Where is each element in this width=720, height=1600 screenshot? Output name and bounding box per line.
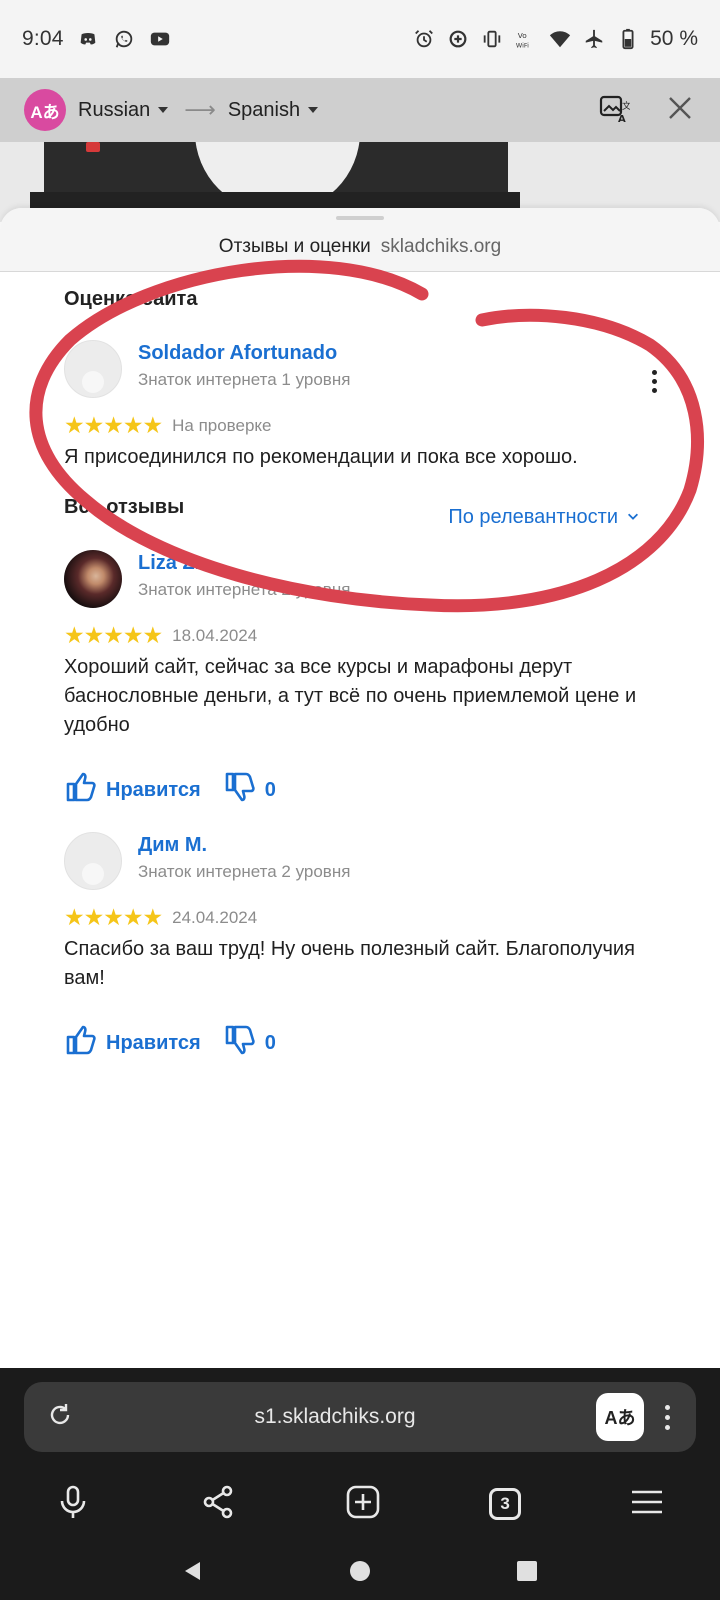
browser-bottom-bar: s1.skladchiks.org Aあ 3 [0, 1368, 720, 1600]
caret-down-icon [308, 107, 319, 113]
translate-bar: Aあ Russian ⟶ Spanish A文 [0, 78, 720, 142]
tabs-button[interactable]: 3 [489, 1488, 522, 1520]
target-language-label: Spanish [227, 98, 301, 121]
microphone-icon[interactable] [54, 1483, 92, 1526]
translate-logo-icon: Aあ [24, 89, 66, 131]
svg-text:WiFi: WiFi [516, 41, 529, 49]
close-icon[interactable] [664, 92, 696, 129]
recents-nav-icon[interactable] [515, 1559, 539, 1588]
review-text: Хороший сайт, сейчас за все курсы и мара… [64, 656, 637, 736]
thumbs-up-icon [64, 1023, 98, 1063]
source-language-label: Russian [78, 98, 151, 121]
vowifi-icon: Vo WiFi [514, 27, 538, 51]
star-rating: ★★★★★ [64, 622, 163, 648]
arrow-right-icon: ⟶ [184, 97, 216, 122]
battery-icon [616, 27, 640, 51]
discord-icon [76, 27, 100, 51]
reviewer-level: Знаток интернета 2 уровня [138, 862, 351, 881]
more-options-icon[interactable] [644, 370, 664, 393]
thumbs-up-icon [64, 770, 98, 810]
sort-dropdown[interactable]: По релевантности [448, 506, 640, 529]
more-menu-icon[interactable] [660, 1404, 674, 1430]
chevron-down-icon [626, 506, 640, 529]
wifi-icon [548, 27, 572, 51]
review-text: Я присоединился по рекомендации и пока в… [64, 446, 578, 468]
svg-text:Vo: Vo [518, 31, 527, 40]
dislike-count: 0 [264, 778, 276, 801]
dislike-count: 0 [264, 1031, 276, 1054]
reviewer-name[interactable]: Soldador Afortunado [138, 340, 350, 366]
reviewer-name[interactable]: Дим М. [138, 832, 350, 858]
sort-label: По релевантности [448, 506, 618, 528]
caret-down-icon [158, 107, 169, 113]
review-date: 18.04.2024 [172, 625, 258, 645]
like-button[interactable]: Нравится [64, 770, 201, 810]
image-translate-icon[interactable]: A文 [598, 92, 631, 129]
review-text: Спасибо за ваш труд! Ну очень полезный с… [64, 938, 635, 989]
star-rating: ★★★★★ [64, 412, 163, 438]
site-rating-title: Оценка сайта [64, 288, 198, 310]
target-language-select[interactable]: Spanish [227, 98, 319, 122]
url-text[interactable]: s1.skladchiks.org [74, 1405, 596, 1429]
review-item: Дим М. Знаток интернета 2 уровня ★★★★★ 2… [64, 832, 664, 1063]
review-item: Liza Z. Знаток интернета 2 уровня ★★★★★ … [64, 550, 664, 810]
sheet-title: Отзывы и оценки [218, 235, 371, 257]
translate-page-icon[interactable]: Aあ [596, 1393, 644, 1441]
own-review: Soldador Afortunado Знаток интернета 1 у… [64, 340, 664, 472]
status-bar: 9:04 Vo WiFi 50 % [0, 0, 720, 78]
alarm-icon [412, 27, 436, 51]
clock: 9:04 [22, 27, 64, 50]
star-rating: ★★★★★ [64, 904, 163, 930]
avatar [64, 832, 122, 890]
hamburger-menu-icon[interactable] [628, 1483, 666, 1526]
reviewer-level: Знаток интернета 1 уровня [138, 370, 351, 389]
thumbs-down-icon [223, 770, 257, 810]
svg-text:文: 文 [622, 100, 630, 112]
share-icon[interactable] [199, 1483, 237, 1526]
dislike-button[interactable]: 0 [223, 770, 276, 810]
avatar [64, 340, 122, 398]
address-bar[interactable]: s1.skladchiks.org Aあ [24, 1382, 696, 1452]
svg-text:A: A [618, 114, 626, 124]
like-button[interactable]: Нравится [64, 1023, 201, 1063]
battery-level: 50 % [650, 27, 698, 50]
airplane-icon [582, 27, 606, 51]
whatsapp-icon [112, 27, 136, 51]
data-saver-icon [446, 27, 470, 51]
sheet-domain: skladchiks.org [380, 235, 502, 257]
like-label: Нравится [106, 1031, 201, 1054]
reviewer-level: Знаток интернета 2 уровня [138, 580, 351, 599]
new-tab-icon[interactable] [344, 1483, 382, 1526]
home-nav-icon[interactable] [348, 1559, 372, 1588]
reviewer-name[interactable]: Liza Z. [138, 550, 350, 576]
all-reviews-title: Все отзывы [64, 496, 185, 518]
like-label: Нравится [106, 778, 201, 801]
vibrate-icon [480, 27, 504, 51]
dislike-button[interactable]: 0 [223, 1023, 276, 1063]
avatar [64, 550, 122, 608]
source-language-select[interactable]: Russian [78, 98, 169, 122]
thumbs-down-icon [223, 1023, 257, 1063]
reload-icon[interactable] [46, 1401, 74, 1434]
youtube-icon [148, 27, 172, 51]
review-status: На проверке [172, 415, 272, 435]
back-nav-icon[interactable] [181, 1559, 205, 1588]
drag-handle[interactable] [336, 216, 384, 220]
review-date: 24.04.2024 [172, 907, 258, 927]
